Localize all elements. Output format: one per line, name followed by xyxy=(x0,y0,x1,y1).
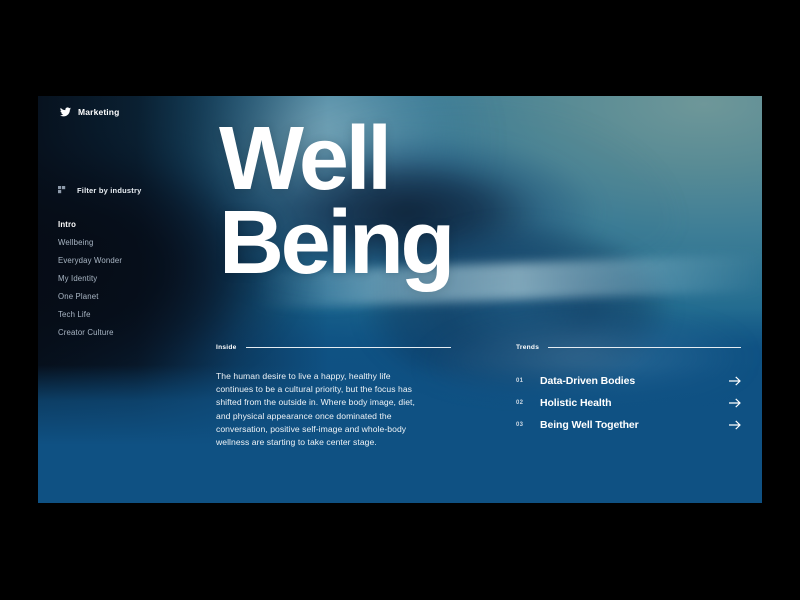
page-title: Well Being xyxy=(219,109,455,293)
trend-label: Data-Driven Bodies xyxy=(540,375,636,387)
arrow-right-icon[interactable] xyxy=(725,376,741,386)
screenshot-stage: Marketing Filter by industry Intro Wellb… xyxy=(0,0,800,600)
trends-section-header: Trends xyxy=(516,344,741,351)
trends-section: Trends 01 Data-Driven Bodies 02 Holistic… xyxy=(516,344,741,436)
trend-number: 02 xyxy=(516,400,524,406)
inside-section-label: Inside xyxy=(216,344,237,351)
nav-item-creator-culture[interactable]: Creator Culture xyxy=(58,324,122,342)
brand-lockup[interactable]: Marketing xyxy=(60,107,120,117)
nav-item-tech-life[interactable]: Tech Life xyxy=(58,306,122,324)
page-title-line-2: Being xyxy=(219,192,455,293)
trend-label: Being Well Together xyxy=(540,419,639,431)
panel-content: Marketing Filter by industry Intro Wellb… xyxy=(38,96,762,503)
filter-label: Filter by industry xyxy=(77,185,142,195)
filter-by-industry-control[interactable]: Filter by industry xyxy=(58,181,141,199)
trends-section-rule xyxy=(548,347,741,348)
trend-label: Holistic Health xyxy=(540,397,612,409)
list-item[interactable]: 02 Holistic Health xyxy=(516,392,741,414)
trends-section-label: Trends xyxy=(516,344,540,351)
filter-icon xyxy=(58,181,66,199)
inside-section-header: Inside xyxy=(216,344,451,351)
nav-item-everyday-wonder[interactable]: Everyday Wonder xyxy=(58,252,122,270)
list-item[interactable]: 01 Data-Driven Bodies xyxy=(516,370,741,392)
nav-item-my-identity[interactable]: My Identity xyxy=(58,270,122,288)
trends-list: 01 Data-Driven Bodies 02 Holistic Health xyxy=(516,370,741,436)
twitter-bird-icon xyxy=(60,107,71,117)
industry-nav: Intro Wellbeing Everyday Wonder My Ident… xyxy=(58,216,122,342)
brand-label: Marketing xyxy=(78,107,120,117)
list-item[interactable]: 03 Being Well Together xyxy=(516,414,741,436)
trend-number: 03 xyxy=(516,422,524,428)
site-panel: Marketing Filter by industry Intro Wellb… xyxy=(38,96,762,503)
inside-body-copy: The human desire to live a happy, health… xyxy=(216,371,415,448)
inside-section-rule xyxy=(245,347,451,348)
arrow-right-icon[interactable] xyxy=(725,398,741,408)
nav-item-intro[interactable]: Intro xyxy=(58,216,122,234)
arrow-right-icon[interactable] xyxy=(725,420,741,430)
trend-number: 01 xyxy=(516,378,524,384)
nav-item-wellbeing[interactable]: Wellbeing xyxy=(58,234,122,252)
page-title-line-1: Well xyxy=(219,109,392,209)
nav-item-one-planet[interactable]: One Planet xyxy=(58,288,122,306)
inside-section: Inside The human desire to live a happy,… xyxy=(216,344,451,449)
